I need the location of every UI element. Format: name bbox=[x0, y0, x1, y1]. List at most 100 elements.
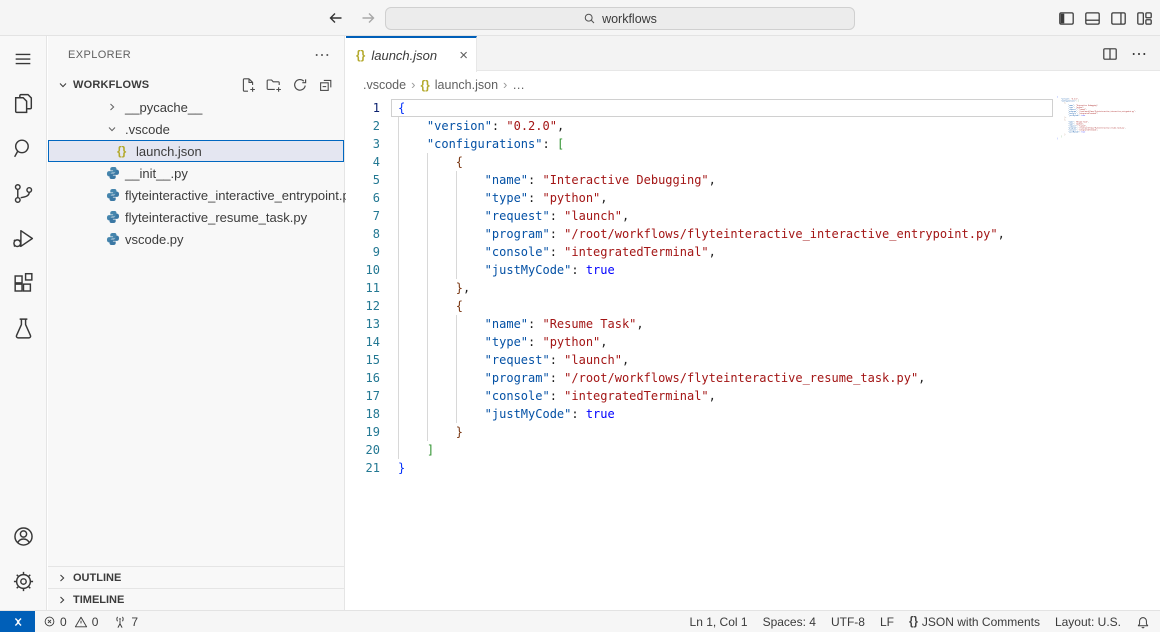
line-number: 7 bbox=[346, 207, 380, 225]
errors-warnings-button[interactable]: 0 0 bbox=[43, 615, 98, 629]
ports-button[interactable]: 7 bbox=[113, 615, 138, 629]
forward-button[interactable] bbox=[360, 10, 376, 26]
indent-guide bbox=[427, 315, 456, 333]
breadcrumb-file[interactable]: launch.json bbox=[435, 78, 498, 92]
new-file-button[interactable] bbox=[240, 77, 256, 93]
toggle-sidebar-icon[interactable] bbox=[1058, 10, 1075, 27]
statusbar-left: 0 0 7 bbox=[43, 615, 138, 629]
code-line[interactable]: "name": "Interactive Debugging", bbox=[398, 171, 1005, 189]
code-line[interactable]: "console": "integratedTerminal", bbox=[398, 243, 1005, 261]
code-line[interactable]: "program": "/root/workflows/flyteinterac… bbox=[398, 369, 1005, 387]
indent-guide bbox=[427, 207, 456, 225]
settings-gear-icon[interactable] bbox=[0, 559, 46, 604]
code-line[interactable]: "type": "python", bbox=[398, 189, 1005, 207]
code-line[interactable]: { bbox=[398, 297, 1005, 315]
indent-guide bbox=[456, 261, 485, 279]
code-line[interactable]: "version": "0.2.0", bbox=[398, 117, 1005, 135]
json-file-icon: {} bbox=[356, 48, 365, 62]
toggle-secondary-sidebar-icon[interactable] bbox=[1110, 10, 1127, 27]
python-file-icon bbox=[106, 188, 125, 202]
line-number: 10 bbox=[346, 261, 380, 279]
source-control-icon[interactable] bbox=[0, 171, 46, 216]
encoding-button[interactable]: UTF-8 bbox=[831, 615, 865, 629]
search-sidebar-icon[interactable] bbox=[0, 126, 46, 171]
command-center-search[interactable]: workflows bbox=[385, 7, 855, 30]
tree-item-file[interactable]: {}launch.json bbox=[48, 140, 344, 162]
indent-guide bbox=[427, 369, 456, 387]
sidebar-bottom-panels: OUTLINE TIMELINE bbox=[48, 566, 344, 610]
indent-guide bbox=[398, 243, 427, 261]
close-tab-icon[interactable]: × bbox=[459, 48, 468, 63]
more-editor-actions-icon[interactable]: ⋯ bbox=[1131, 44, 1148, 64]
back-button[interactable] bbox=[328, 10, 344, 26]
code-line[interactable]: { bbox=[398, 153, 1005, 171]
run-and-debug-icon[interactable] bbox=[0, 216, 46, 261]
remote-indicator[interactable] bbox=[0, 611, 35, 632]
extensions-icon[interactable] bbox=[0, 261, 46, 306]
code-editor[interactable]: 123456789101112131415161718192021 {"vers… bbox=[346, 98, 1160, 610]
tree-item-file[interactable]: __init__.py bbox=[48, 162, 344, 184]
code-line[interactable]: ] bbox=[398, 441, 1005, 459]
language-label: JSON with Comments bbox=[922, 615, 1040, 629]
code-line[interactable]: "console": "integratedTerminal", bbox=[398, 387, 1005, 405]
titlebar: workflows bbox=[0, 0, 1160, 36]
outline-panel-label: OUTLINE bbox=[73, 572, 121, 584]
breadcrumb-symbol[interactable]: … bbox=[512, 78, 525, 92]
line-number: 8 bbox=[346, 225, 380, 243]
keyboard-layout-button[interactable]: Layout: U.S. bbox=[1055, 615, 1121, 629]
indent-guide bbox=[456, 405, 485, 423]
code-line[interactable]: "justMyCode": true bbox=[398, 261, 1005, 279]
tree-item-file[interactable]: flyteinteractive_interactive_entrypoint.… bbox=[48, 184, 344, 206]
line-number: 16 bbox=[346, 369, 380, 387]
eol-button[interactable]: LF bbox=[880, 615, 894, 629]
cursor-position-button[interactable]: Ln 1, Col 1 bbox=[690, 615, 748, 629]
new-folder-button[interactable] bbox=[266, 77, 282, 93]
code-line[interactable]: "request": "launch", bbox=[398, 207, 1005, 225]
account-icon[interactable] bbox=[0, 514, 46, 559]
code-line[interactable]: "name": "Resume Task", bbox=[398, 315, 1005, 333]
indent-guide bbox=[398, 297, 427, 315]
indent-guide bbox=[427, 189, 456, 207]
workspace-section-header[interactable]: WORKFLOWS bbox=[48, 74, 344, 96]
tree-item-folder[interactable]: .vscode bbox=[48, 118, 344, 140]
chevron-right-icon: › bbox=[503, 77, 507, 92]
tab-launch-json[interactable]: {} launch.json × bbox=[346, 36, 477, 72]
code-line[interactable]: { bbox=[398, 99, 1005, 117]
breadcrumb-folder[interactable]: .vscode bbox=[363, 78, 406, 92]
customize-layout-icon[interactable] bbox=[1136, 10, 1153, 27]
code-line[interactable]: "configurations": [ bbox=[398, 135, 1005, 153]
minimap[interactable]: { "version": "0.2.0", "configurations": … bbox=[1057, 96, 1153, 166]
indent-guide bbox=[427, 297, 456, 315]
menu-icon[interactable] bbox=[0, 36, 46, 81]
tree-item-file[interactable]: vscode.py bbox=[48, 228, 344, 250]
split-editor-icon[interactable] bbox=[1102, 46, 1118, 62]
indent-guide bbox=[398, 351, 427, 369]
notifications-bell-icon[interactable] bbox=[1136, 615, 1150, 629]
json-file-icon: {} bbox=[420, 78, 429, 92]
code-line[interactable]: } bbox=[398, 423, 1005, 441]
timeline-panel-header[interactable]: TIMELINE bbox=[48, 588, 344, 610]
code-line[interactable]: "type": "python", bbox=[398, 333, 1005, 351]
code-line[interactable]: "program": "/root/workflows/flyteinterac… bbox=[398, 225, 1005, 243]
collapse-folders-button[interactable] bbox=[318, 77, 334, 93]
code-line[interactable]: }, bbox=[398, 279, 1005, 297]
outline-panel-header[interactable]: OUTLINE bbox=[48, 566, 344, 588]
editor-group: {} launch.json × ⋯ .vscode › {} launch.j… bbox=[346, 36, 1160, 610]
refresh-explorer-button[interactable] bbox=[292, 77, 308, 93]
explorer-more-actions-icon[interactable]: ⋯ bbox=[314, 45, 330, 65]
code-line[interactable]: } bbox=[398, 459, 1005, 477]
toggle-panel-icon[interactable] bbox=[1084, 10, 1101, 27]
testing-beaker-icon[interactable] bbox=[0, 306, 46, 351]
warning-triangle-icon bbox=[74, 615, 88, 629]
line-number: 12 bbox=[346, 297, 380, 315]
line-number: 14 bbox=[346, 333, 380, 351]
code-line[interactable]: "request": "launch", bbox=[398, 351, 1005, 369]
indentation-button[interactable]: Spaces: 4 bbox=[763, 615, 816, 629]
line-number: 18 bbox=[346, 405, 380, 423]
tree-item-folder[interactable]: __pycache__ bbox=[48, 96, 344, 118]
language-mode-button[interactable]: {} JSON with Comments bbox=[909, 615, 1040, 629]
vscode-window: workflows bbox=[0, 0, 1160, 632]
code-line[interactable]: "justMyCode": true bbox=[398, 405, 1005, 423]
tree-item-file[interactable]: flyteinteractive_resume_task.py bbox=[48, 206, 344, 228]
explorer-files-icon[interactable] bbox=[0, 81, 46, 126]
